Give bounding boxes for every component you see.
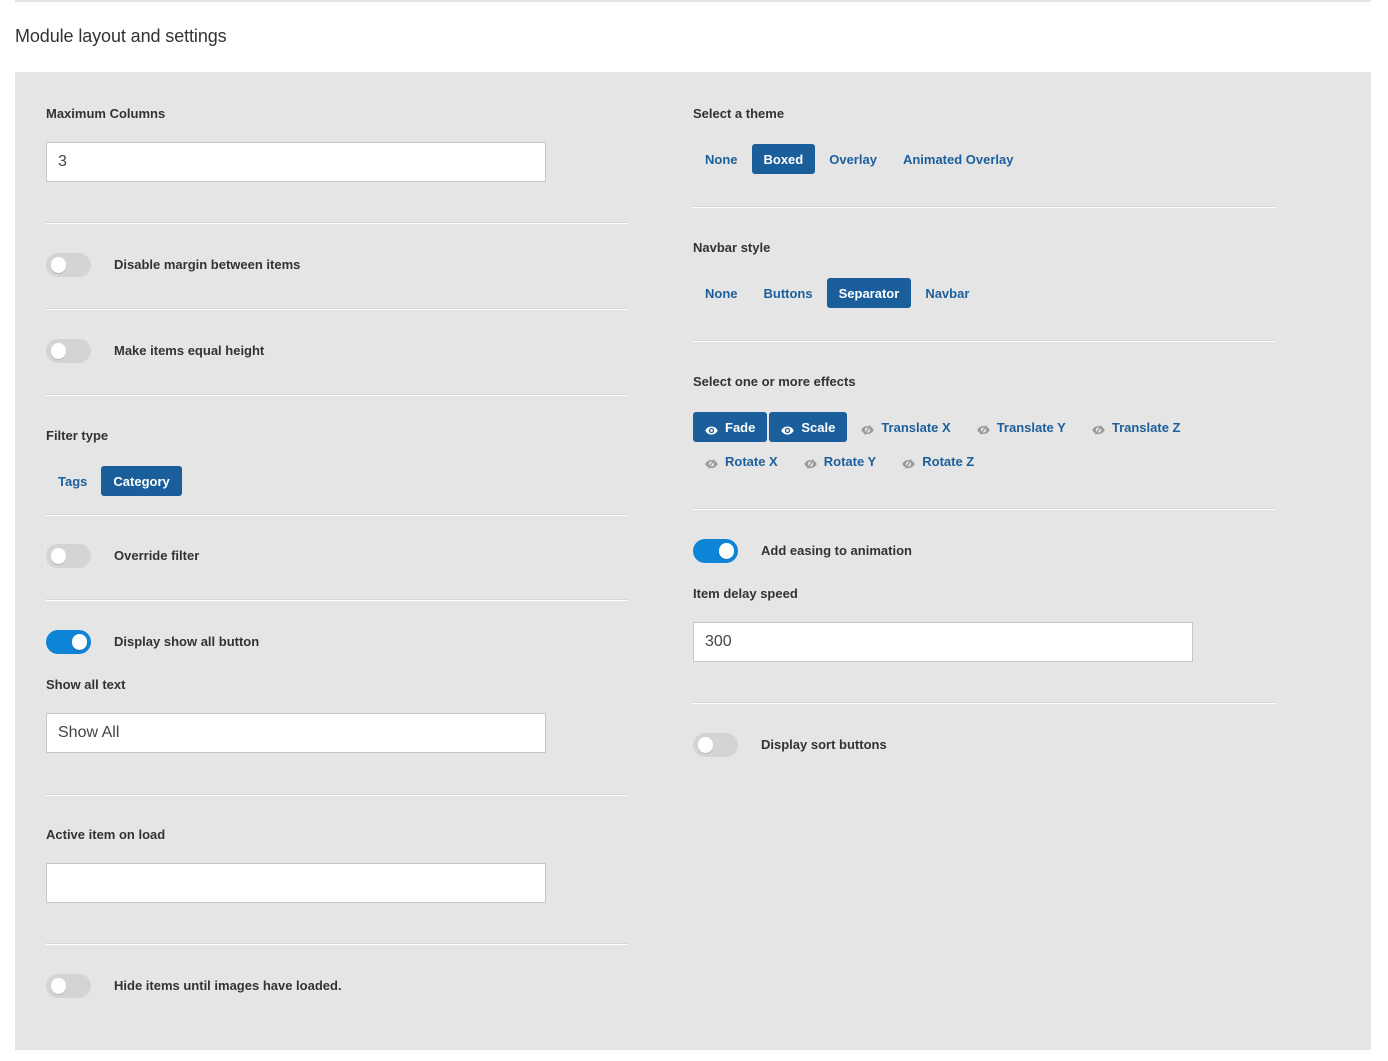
effect-rotate-y-button[interactable]: Rotate Y	[792, 446, 889, 476]
top-divider	[15, 0, 1371, 2]
override-filter-label: Override filter	[114, 548, 200, 563]
easing-label: Add easing to animation	[761, 543, 912, 558]
effect-scale-button[interactable]: Scale	[769, 412, 848, 442]
effect-translate-x-button[interactable]: Translate X	[849, 412, 962, 442]
effects-row-2: Rotate X Rotate Y Rotate Z	[693, 446, 987, 476]
effect-label: Scale	[801, 419, 836, 435]
item-delay-label: Item delay speed	[693, 586, 798, 601]
equal-height-toggle[interactable]	[46, 339, 91, 363]
eye-slash-icon	[803, 457, 817, 469]
equal-height-label: Make items equal height	[114, 343, 265, 358]
effect-label: Fade	[725, 419, 756, 435]
effect-label: Rotate Z	[922, 453, 975, 469]
navbar-option-separator[interactable]: Separator	[826, 278, 912, 308]
toggle-knob	[72, 634, 87, 650]
toggle-knob	[698, 737, 713, 753]
toggle-knob	[51, 548, 66, 564]
filter-type-label: Filter type	[46, 428, 109, 443]
effects-row-1: Fade Scale Translate X Translate Y Trans…	[693, 412, 1193, 442]
toggle-knob	[51, 257, 66, 273]
navbar-style-label: Navbar style	[693, 240, 771, 255]
eye-icon	[705, 423, 718, 435]
effect-label: Translate Z	[1111, 419, 1181, 435]
theme-label: Select a theme	[693, 106, 785, 121]
max-columns-input[interactable]	[46, 142, 546, 182]
show-all-text-label: Show all text	[46, 677, 126, 692]
disable-margin-toggle[interactable]	[46, 253, 91, 277]
divider	[46, 794, 628, 796]
filter-type-option-category[interactable]: Category	[101, 466, 182, 496]
divider	[46, 943, 628, 945]
hide-until-loaded-toggle[interactable]	[46, 974, 91, 998]
page-title: Module layout and settings	[15, 26, 227, 46]
toggle-knob	[719, 543, 734, 559]
filter-type-option-tags[interactable]: Tags	[46, 466, 99, 496]
sort-buttons-toggle[interactable]	[693, 733, 738, 757]
eye-icon	[781, 423, 795, 435]
effect-label: Rotate X	[725, 453, 778, 469]
disable-margin-label: Disable margin between items	[114, 257, 301, 272]
effect-translate-z-button[interactable]: Translate Z	[1080, 412, 1193, 442]
toggle-knob	[51, 343, 66, 359]
navbar-option-navbar[interactable]: Navbar	[913, 278, 981, 308]
effect-rotate-z-button[interactable]: Rotate Z	[890, 446, 986, 476]
theme-option-none[interactable]: None	[693, 144, 750, 174]
hide-until-loaded-label: Hide items until images have loaded.	[114, 978, 342, 993]
eye-slash-icon	[861, 423, 875, 435]
show-all-button-label: Display show all button	[114, 634, 260, 649]
navbar-option-none[interactable]: None	[693, 278, 750, 308]
effect-translate-y-button[interactable]: Translate Y	[965, 412, 1078, 442]
effect-label: Translate X	[881, 419, 951, 435]
toggle-knob	[51, 978, 66, 994]
effects-label: Select one or more effects	[693, 374, 856, 389]
sort-buttons-label: Display sort buttons	[761, 737, 887, 752]
easing-toggle[interactable]	[693, 539, 738, 563]
filter-type-segmented: Tags Category	[46, 466, 182, 496]
theme-segmented: None Boxed Overlay Animated Overlay	[693, 144, 1025, 174]
divider	[693, 702, 1275, 704]
eye-slash-icon	[1092, 423, 1105, 435]
show-all-button-toggle[interactable]	[46, 630, 91, 654]
divider	[46, 222, 628, 224]
settings-panel: Maximum Columns Disable margin between i…	[15, 72, 1371, 1050]
effect-label: Rotate Y	[823, 453, 877, 469]
eye-slash-icon	[976, 423, 990, 435]
divider	[693, 206, 1275, 208]
divider	[46, 514, 628, 516]
divider	[693, 508, 1275, 510]
navbar-style-segmented: None Buttons Separator Navbar	[693, 278, 981, 308]
override-filter-toggle[interactable]	[46, 544, 91, 568]
eye-slash-icon	[902, 457, 915, 469]
eye-slash-icon	[705, 457, 718, 469]
item-delay-input[interactable]	[693, 622, 1193, 662]
max-columns-label: Maximum Columns	[46, 106, 166, 121]
effect-fade-button[interactable]: Fade	[693, 412, 768, 442]
divider	[46, 394, 628, 396]
navbar-option-buttons[interactable]: Buttons	[752, 278, 825, 308]
divider	[693, 340, 1275, 342]
divider	[46, 308, 628, 310]
divider	[46, 599, 628, 601]
active-item-input[interactable]	[46, 863, 546, 903]
show-all-text-input[interactable]	[46, 713, 546, 753]
theme-option-animated-overlay[interactable]: Animated Overlay	[891, 144, 1026, 174]
active-item-label: Active item on load	[46, 827, 166, 842]
effect-rotate-x-button[interactable]: Rotate X	[693, 446, 790, 476]
theme-option-overlay[interactable]: Overlay	[817, 144, 889, 174]
effect-label: Translate Y	[996, 419, 1066, 435]
theme-option-boxed[interactable]: Boxed	[751, 144, 816, 174]
